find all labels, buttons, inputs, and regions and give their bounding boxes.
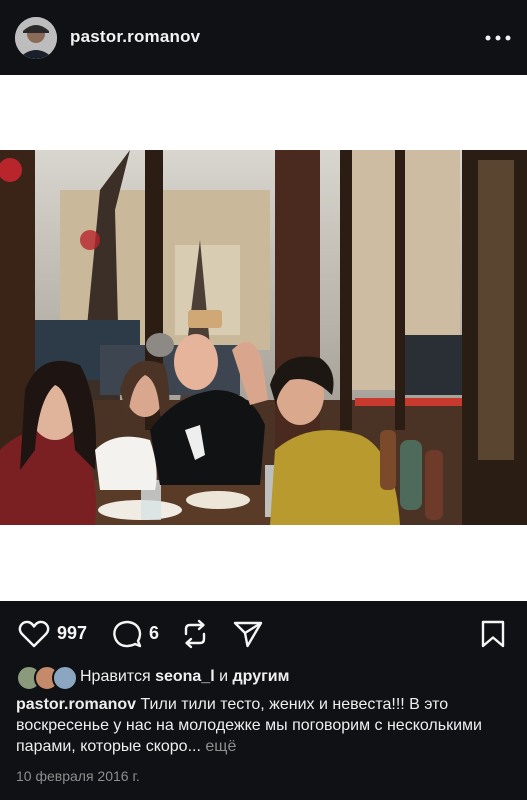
avatar-icon: [15, 17, 57, 59]
repost-icon[interactable]: [180, 619, 210, 649]
likes-prefix: Нравится: [80, 668, 151, 685]
avatar[interactable]: [15, 17, 57, 59]
comment-icon[interactable]: [111, 619, 143, 649]
post-actions: 997 6: [0, 601, 527, 663]
likes-text[interactable]: Нравится seona_l и другим: [80, 668, 289, 686]
liker-avatar: [52, 665, 78, 691]
heart-icon[interactable]: [18, 619, 50, 649]
post-caption: pastor.romanov Тили тили тесто, жених и …: [16, 694, 516, 757]
photo-selfie-restaurant-icon: [0, 150, 527, 525]
share-icon[interactable]: [232, 619, 264, 649]
post-header: pastor.romanov: [0, 0, 527, 75]
likes-others[interactable]: другим: [233, 668, 290, 685]
more-horizontal-icon[interactable]: [484, 30, 512, 46]
like-count[interactable]: 997: [57, 623, 87, 644]
likes-middle: и: [219, 668, 229, 685]
caption-more-link[interactable]: ещё: [205, 738, 236, 755]
likes-summary[interactable]: Нравится seona_l и другим: [16, 665, 516, 691]
caption-author[interactable]: pastor.romanov: [16, 696, 136, 713]
bookmark-icon[interactable]: [479, 619, 507, 649]
comment-count[interactable]: 6: [149, 623, 159, 644]
post-author-username[interactable]: pastor.romanov: [70, 27, 200, 47]
post-photo[interactable]: [0, 150, 527, 525]
likes-user[interactable]: seona_l: [155, 668, 215, 685]
post-date: 10 февраля 2016 г.: [16, 768, 140, 784]
